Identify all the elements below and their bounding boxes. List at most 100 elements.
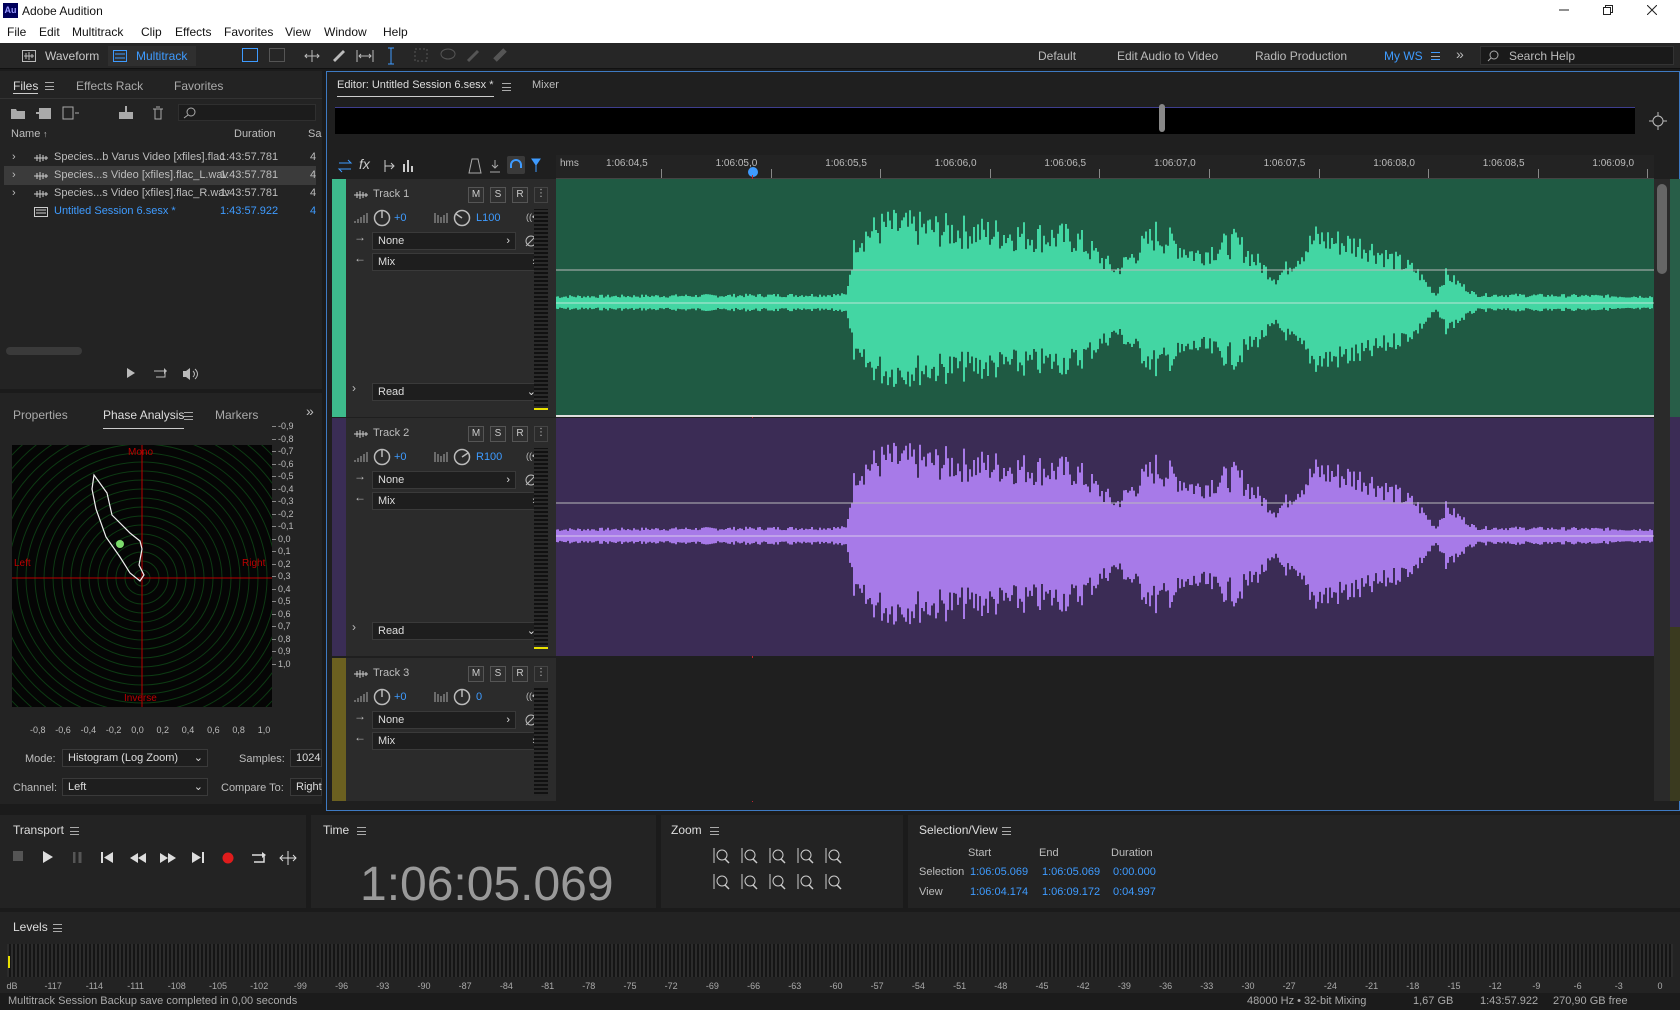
editor-menu-icon[interactable] — [502, 83, 511, 91]
track-output-select[interactable]: Mix› — [372, 492, 542, 510]
volume-knob-icon[interactable] — [373, 209, 391, 227]
track-output-select[interactable]: Mix› — [372, 253, 542, 271]
timeline-ruler[interactable]: hms 1:06:04,5 1:06:05,0 1:06:05,5 1:06:06,0… — [556, 155, 1654, 179]
sends-icon[interactable] — [382, 158, 396, 174]
track-input-select[interactable]: None › — [372, 471, 516, 489]
tab-markers[interactable]: Markers — [215, 408, 258, 422]
marquee-tool-icon[interactable] — [414, 48, 428, 62]
preview-loop-icon[interactable] — [153, 367, 168, 380]
pitch-display-icon[interactable] — [269, 48, 285, 62]
preview-volume-icon[interactable] — [182, 367, 202, 381]
tab-favorites[interactable]: Favorites — [174, 79, 223, 93]
open-file-icon[interactable] — [10, 106, 26, 120]
phase-panel-menu-icon[interactable] — [184, 412, 193, 420]
zoom-selection-icon[interactable] — [825, 873, 843, 891]
zoom-menu-icon[interactable] — [710, 827, 719, 835]
time-menu-icon[interactable] — [357, 827, 366, 835]
track-clip-area[interactable] — [556, 658, 1654, 801]
restore-icon[interactable] — [1600, 2, 1616, 18]
track-name[interactable]: Track 2 — [373, 427, 409, 439]
track-m-button[interactable]: M — [468, 187, 484, 203]
selection-start[interactable]: 1:06:05.069 — [970, 866, 1028, 878]
files-panel-menu-icon[interactable] — [45, 82, 54, 90]
menu-view[interactable]: View — [285, 25, 311, 39]
files-horizontal-scrollbar[interactable] — [6, 347, 82, 355]
selection-end[interactable]: 1:06:05.069 — [1042, 866, 1100, 878]
column-duration[interactable]: Duration — [234, 125, 276, 143]
track-volume-value[interactable]: +0 — [394, 691, 407, 703]
workspace-menu-icon[interactable] — [1431, 52, 1440, 60]
track-s-button[interactable]: S — [490, 426, 506, 442]
expand-chevron-icon[interactable]: › — [12, 148, 16, 167]
zoom-in-right-icon[interactable] — [797, 873, 815, 891]
track-name[interactable]: Track 1 — [373, 188, 409, 200]
time-selection-tool-icon[interactable] — [386, 47, 396, 65]
automation-mode-select[interactable]: Read ⌄ — [372, 622, 542, 640]
track-s-button[interactable]: S — [490, 666, 506, 682]
menu-window[interactable]: Window — [324, 25, 367, 39]
track-pan-value[interactable]: R100 — [476, 451, 502, 463]
tab-phase-analysis[interactable]: Phase Analysis — [103, 408, 185, 429]
column-name[interactable]: Name — [11, 125, 40, 143]
volume-knob-icon[interactable] — [373, 448, 391, 466]
track-volume-value[interactable]: +0 — [394, 451, 407, 463]
track-clip-area[interactable] — [556, 179, 1654, 417]
track-options-icon[interactable]: ⋮ — [534, 426, 548, 442]
files-search-field[interactable] — [178, 104, 316, 121]
track-r-button[interactable]: R — [512, 666, 528, 682]
metronome-icon[interactable] — [468, 158, 482, 174]
spectral-display-icon[interactable] — [242, 48, 258, 62]
zoom-in-time-icon[interactable] — [741, 847, 759, 865]
zoom-in-left-icon[interactable] — [769, 873, 787, 891]
slip-tool-icon[interactable] — [356, 48, 374, 64]
eq-icon[interactable] — [402, 158, 416, 172]
expand-chevron-icon[interactable]: › — [352, 620, 356, 634]
track-output-select[interactable]: Mix› — [372, 732, 542, 750]
menu-multitrack[interactable]: Multitrack — [72, 25, 123, 39]
file-list-item[interactable]: Untitled Session 6.sesx * 1:43:57.922 4 — [4, 202, 316, 221]
mode-select[interactable]: Histogram (Log Zoom) ⌄ — [62, 749, 208, 767]
loop-playback-icon[interactable] — [251, 851, 267, 865]
file-list-item[interactable]: › Species...b Varus Video [xfiles].flac 1:… — [4, 148, 316, 167]
transport-menu-icon[interactable] — [70, 827, 79, 835]
track-input-select[interactable]: None › — [372, 711, 516, 729]
pan-knob-icon[interactable] — [453, 209, 471, 227]
selection-duration[interactable]: 0:00.000 — [1113, 866, 1156, 878]
track-name[interactable]: Track 3 — [373, 667, 409, 679]
fast-forward-icon[interactable] — [160, 853, 176, 863]
track-options-icon[interactable]: ⋮ — [534, 666, 548, 682]
track-pan-value[interactable]: 0 — [476, 691, 482, 703]
lasso-tool-icon[interactable] — [440, 48, 456, 62]
overview-handle[interactable] — [1159, 104, 1165, 132]
track-header[interactable]: Track 2MSR⋮+0R100((•))→None›←Mix››Read⌄ — [346, 418, 556, 656]
play-icon[interactable] — [43, 851, 53, 863]
file-list-item[interactable]: › Species...s Video [xfiles].flac_R.wav 1:… — [4, 184, 316, 203]
overview-bar[interactable] — [335, 104, 1635, 134]
overflow-chevron-icon[interactable]: » — [1456, 46, 1464, 62]
workspace-edit-audio-to-video[interactable]: Edit Audio to Video — [1117, 49, 1218, 63]
search-help-field[interactable]: Search Help — [1480, 46, 1674, 65]
zoom-in-point-icon[interactable] — [769, 847, 787, 865]
zoom-in-amplitude-icon[interactable] — [713, 847, 731, 865]
effects-fx-icon[interactable]: fx — [359, 156, 370, 172]
expand-chevron-icon[interactable]: › — [12, 184, 16, 203]
marker-pin-icon[interactable] — [530, 158, 542, 172]
panel-overflow-icon[interactable]: » — [306, 403, 314, 419]
tab-effects-rack[interactable]: Effects Rack — [76, 79, 143, 93]
pan-knob-icon[interactable] — [453, 448, 471, 466]
import-file-icon[interactable] — [36, 106, 52, 120]
selview-menu-icon[interactable] — [1002, 827, 1011, 835]
stop-button-icon[interactable] — [13, 851, 23, 861]
zoom-out-time-icon[interactable] — [741, 873, 759, 891]
editor-vertical-scrollbar[interactable] — [1654, 179, 1670, 801]
column-sample-rate[interactable]: Sa — [308, 125, 321, 143]
track-clip-area[interactable] — [556, 418, 1654, 656]
track-pan-value[interactable]: L100 — [476, 212, 500, 224]
track-m-button[interactable]: M — [468, 666, 484, 682]
pause-icon[interactable] — [73, 852, 83, 863]
channel-select[interactable]: Left ⌄ — [62, 778, 208, 796]
zoom-out-amplitude-icon[interactable] — [713, 873, 731, 891]
menu-effects[interactable]: Effects — [175, 25, 211, 39]
close-icon[interactable] — [1644, 2, 1660, 18]
track-input-select[interactable]: None › — [372, 232, 516, 250]
